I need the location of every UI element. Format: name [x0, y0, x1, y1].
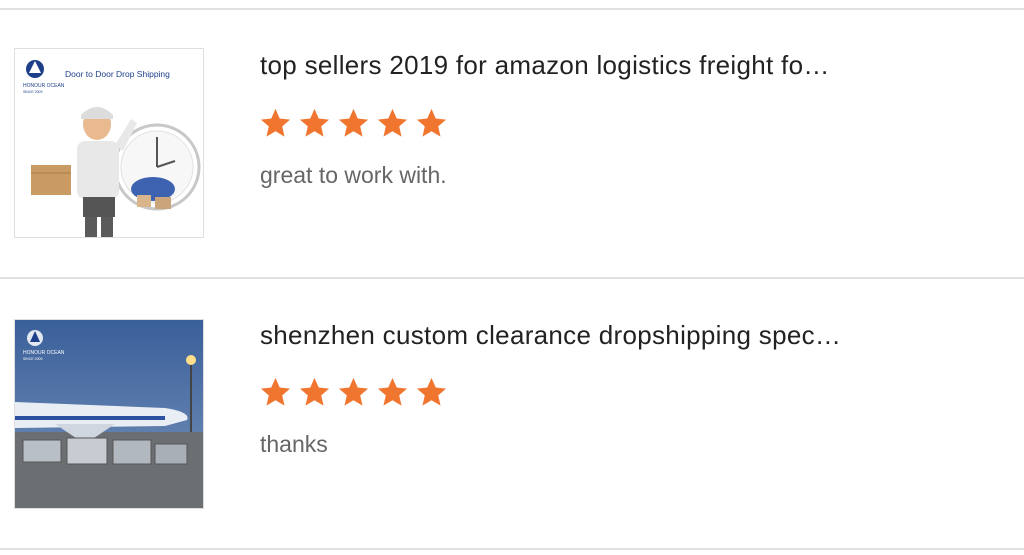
rating-stars-1 [258, 106, 449, 141]
honour-ocean-logo-icon [27, 330, 43, 346]
star-icon [377, 108, 408, 137]
honour-ocean-logo-icon [26, 60, 44, 78]
star-icon [299, 108, 330, 137]
svg-text:SINCE 2009: SINCE 2009 [23, 357, 43, 361]
star-icon [416, 108, 447, 137]
svg-text:HONOUR OCEAN: HONOUR OCEAN [23, 350, 65, 356]
star-icon [416, 377, 447, 406]
star-icon [338, 108, 369, 137]
review-title-2[interactable]: shenzhen custom clearance dropshipping s… [260, 320, 920, 351]
review-title-1[interactable]: top sellers 2019 for amazon logistics fr… [260, 50, 920, 81]
product-thumbnail-1[interactable]: HONOUR OCEAN SINCE 2009 Door to Door Dro… [14, 48, 204, 238]
star-icon [260, 108, 291, 137]
star-icon [260, 377, 291, 406]
star-icon [338, 377, 369, 406]
svg-text:HONOUR OCEAN: HONOUR OCEAN [23, 83, 65, 89]
review-comment-1: great to work with. [260, 162, 447, 188]
review-item-2: HONOUR OCEAN SINCE 2009 shenzhen custom … [0, 279, 1024, 549]
banner-text: Door to Door Drop Shipping [65, 69, 170, 79]
svg-text:SINCE 2009: SINCE 2009 [23, 90, 43, 94]
review-item-1: HONOUR OCEAN SINCE 2009 Door to Door Dro… [0, 10, 1024, 280]
product-thumbnail-2[interactable]: HONOUR OCEAN SINCE 2009 [14, 319, 204, 509]
star-icon [299, 377, 330, 406]
rating-stars-2 [258, 375, 449, 410]
bottom-divider [0, 548, 1024, 550]
cargo-airplane-image: HONOUR OCEAN SINCE 2009 [15, 320, 203, 508]
delivery-man-image: HONOUR OCEAN SINCE 2009 Door to Door Dro… [15, 49, 203, 237]
review-comment-2: thanks [260, 431, 328, 457]
star-icon [377, 377, 408, 406]
